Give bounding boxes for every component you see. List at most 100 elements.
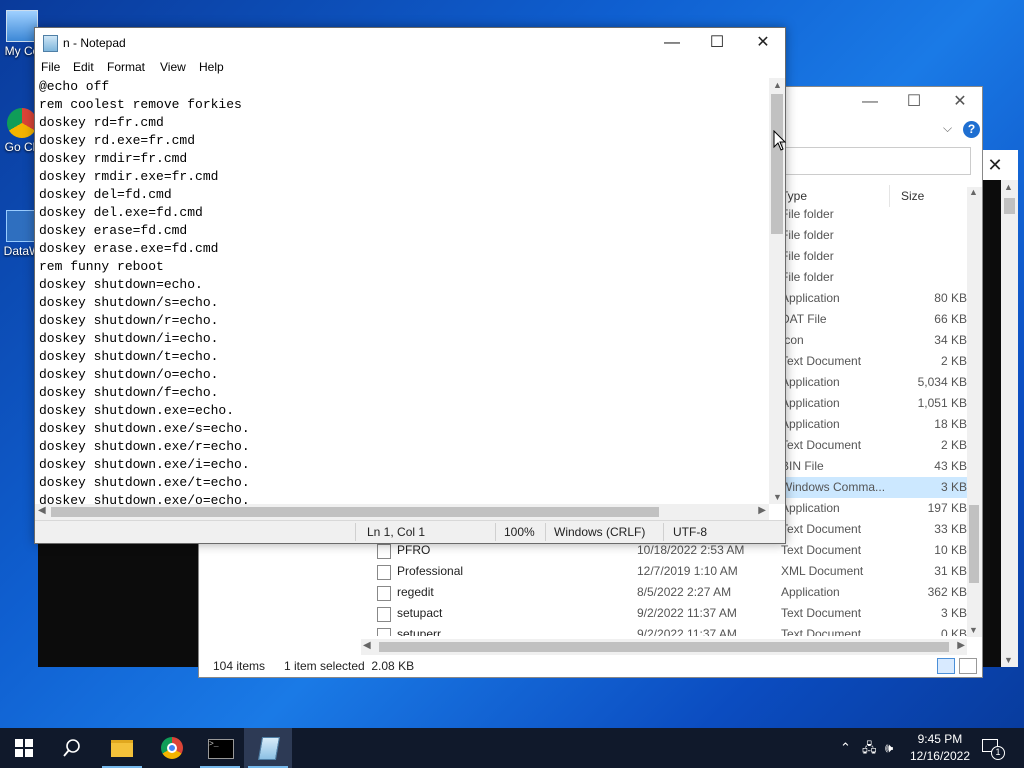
notepad-title-bar[interactable]: n - Notepad — ☐ ✕ [35,28,785,58]
text-line[interactable]: doskey shutdown.exe/o=echo. [39,492,769,504]
maximize-icon[interactable]: ☐ [891,87,937,117]
menu-format[interactable]: Format [107,60,145,74]
file-date: 9/2/2022 11:37 AM [637,606,737,620]
file-size: 362 KB [927,585,967,599]
scroll-right-icon[interactable]: ▶ [957,640,965,651]
notepad-window[interactable]: n - Notepad — ☐ ✕ File Edit Format View … [34,27,786,544]
editor-scroll-thumb[interactable] [771,94,783,234]
folder-icon [111,740,133,757]
scroll-left-icon[interactable]: ◀ [363,640,371,651]
text-line[interactable]: doskey shutdown/f=echo. [39,384,769,402]
details-view-icon[interactable] [937,658,955,674]
file-type: Text Document [781,543,862,557]
file-list-scrollbar[interactable]: ▲ ▼ [967,187,982,637]
text-line[interactable]: @echo off [39,78,769,96]
file-size: 5,034 KB [917,375,967,389]
text-line[interactable]: doskey del.exe=fd.cmd [39,204,769,222]
file-list-hscrollbar[interactable]: ◀ ▶ [361,639,967,655]
text-line[interactable]: doskey shutdown/o=echo. [39,366,769,384]
menu-help[interactable]: Help [199,60,224,74]
minimize-icon[interactable]: — [847,87,893,117]
scroll-up-icon[interactable]: ▲ [1004,182,1013,192]
file-row[interactable]: Professional 12/7/2019 1:10 AM XML Documen… [199,561,969,582]
scroll-up-icon[interactable]: ▲ [773,80,782,90]
scroll-up-icon[interactable]: ▲ [969,187,978,197]
column-header-size[interactable]: Size [901,189,924,203]
file-list-hscroll-thumb[interactable] [379,642,949,652]
taskbar-notepad[interactable] [244,728,292,768]
help-icon[interactable]: ? [963,121,980,138]
text-line[interactable]: rem coolest remove forkies [39,96,769,114]
file-type: BIN File [781,459,824,473]
text-line[interactable]: doskey del=fd.cmd [39,186,769,204]
taskbar-chrome[interactable] [148,728,196,768]
scroll-right-icon[interactable]: ▶ [758,505,766,516]
menu-view[interactable]: View [160,60,186,74]
text-line[interactable]: doskey rmdir.exe=fr.cmd [39,168,769,186]
text-line[interactable]: doskey shutdown/r=echo. [39,312,769,330]
file-row[interactable]: setupact 9/2/2022 11:37 AM Text Document 3 … [199,603,969,624]
close-icon[interactable]: ✕ [937,87,983,117]
file-icon [377,544,391,559]
text-line[interactable]: doskey shutdown.exe/s=echo. [39,420,769,438]
text-line[interactable]: doskey shutdown.exe/t=echo. [39,474,769,492]
menu-file[interactable]: File [41,60,60,74]
scroll-down-icon[interactable]: ▼ [969,625,978,635]
file-date: 12/7/2019 1:10 AM [637,564,738,578]
search-input[interactable] [759,147,971,175]
scroll-down-icon[interactable]: ▼ [1004,655,1013,665]
text-line[interactable]: doskey shutdown.exe/i=echo. [39,456,769,474]
text-line[interactable]: doskey shutdown/i=echo. [39,330,769,348]
editor-hscroll-thumb[interactable] [51,507,659,517]
text-line[interactable]: doskey rmdir=fr.cmd [39,150,769,168]
windows-logo-icon [15,739,33,757]
line-ending: Windows (CRLF) [554,525,646,539]
close-icon[interactable]: ✕ [740,28,786,58]
text-line[interactable]: doskey erase.exe=fd.cmd [39,240,769,258]
text-line[interactable]: doskey erase=fd.cmd [39,222,769,240]
file-type: File folder [781,207,834,221]
chevron-down-icon[interactable]: ⌵ [943,121,952,136]
system-clock[interactable]: 9:45 PM 12/16/2022 [910,731,970,765]
text-editor[interactable]: @echo off rem coolest remove forkies doske… [39,78,769,504]
taskbar-file-explorer[interactable] [98,728,146,768]
file-row[interactable]: setuperr 9/2/2022 11:37 AM Text Document 0 … [199,624,969,636]
network-icon[interactable]: 🖧 [862,728,877,768]
text-line[interactable]: doskey shutdown.exe/r=echo. [39,438,769,456]
menu-edit[interactable]: Edit [73,60,94,74]
text-line[interactable]: doskey rd=fr.cmd [39,114,769,132]
file-size: 10 KB [934,543,967,557]
file-row[interactable]: regedit 8/5/2022 2:27 AM Application 362 KB [199,582,969,603]
text-line[interactable]: doskey shutdown/t=echo. [39,348,769,366]
text-line[interactable]: rem funny reboot [39,258,769,276]
search-button[interactable] [48,728,96,768]
text-line[interactable]: doskey shutdown/s=echo. [39,294,769,312]
file-type: DAT File [781,312,827,326]
file-list-scroll-thumb[interactable] [969,505,979,583]
large-icons-view-icon[interactable] [959,658,977,674]
file-type: File folder [781,249,834,263]
file-type: Text Document [781,354,862,368]
mouse-cursor-icon [773,130,787,151]
text-line[interactable]: doskey rd.exe=fr.cmd [39,132,769,150]
scroll-left-icon[interactable]: ◀ [38,505,46,516]
file-size: 1,051 KB [917,396,967,410]
file-type: Application [781,375,840,389]
file-type: Application [781,396,840,410]
file-type: Application [781,585,840,599]
text-line[interactable]: doskey shutdown=echo. [39,276,769,294]
chrome-icon [7,108,37,138]
minimize-icon[interactable]: — [649,28,695,58]
start-button[interactable] [0,728,48,768]
volume-icon[interactable]: 🕪 [885,728,893,768]
maximize-icon[interactable]: ☐ [694,28,740,58]
cmd-scroll-thumb[interactable] [1004,198,1015,214]
show-hidden-icons-icon[interactable]: ⌃ [840,728,851,768]
file-name: regedit [397,585,434,599]
file-type: XML Document [781,564,864,578]
scroll-down-icon[interactable]: ▼ [773,492,782,502]
text-line[interactable]: doskey shutdown.exe=echo. [39,402,769,420]
action-center-button[interactable]: 1 [982,737,1005,760]
cmd-scrollbar[interactable]: ▲ ▼ [1001,180,1018,667]
taskbar-command-prompt[interactable]: >_ [196,728,244,768]
